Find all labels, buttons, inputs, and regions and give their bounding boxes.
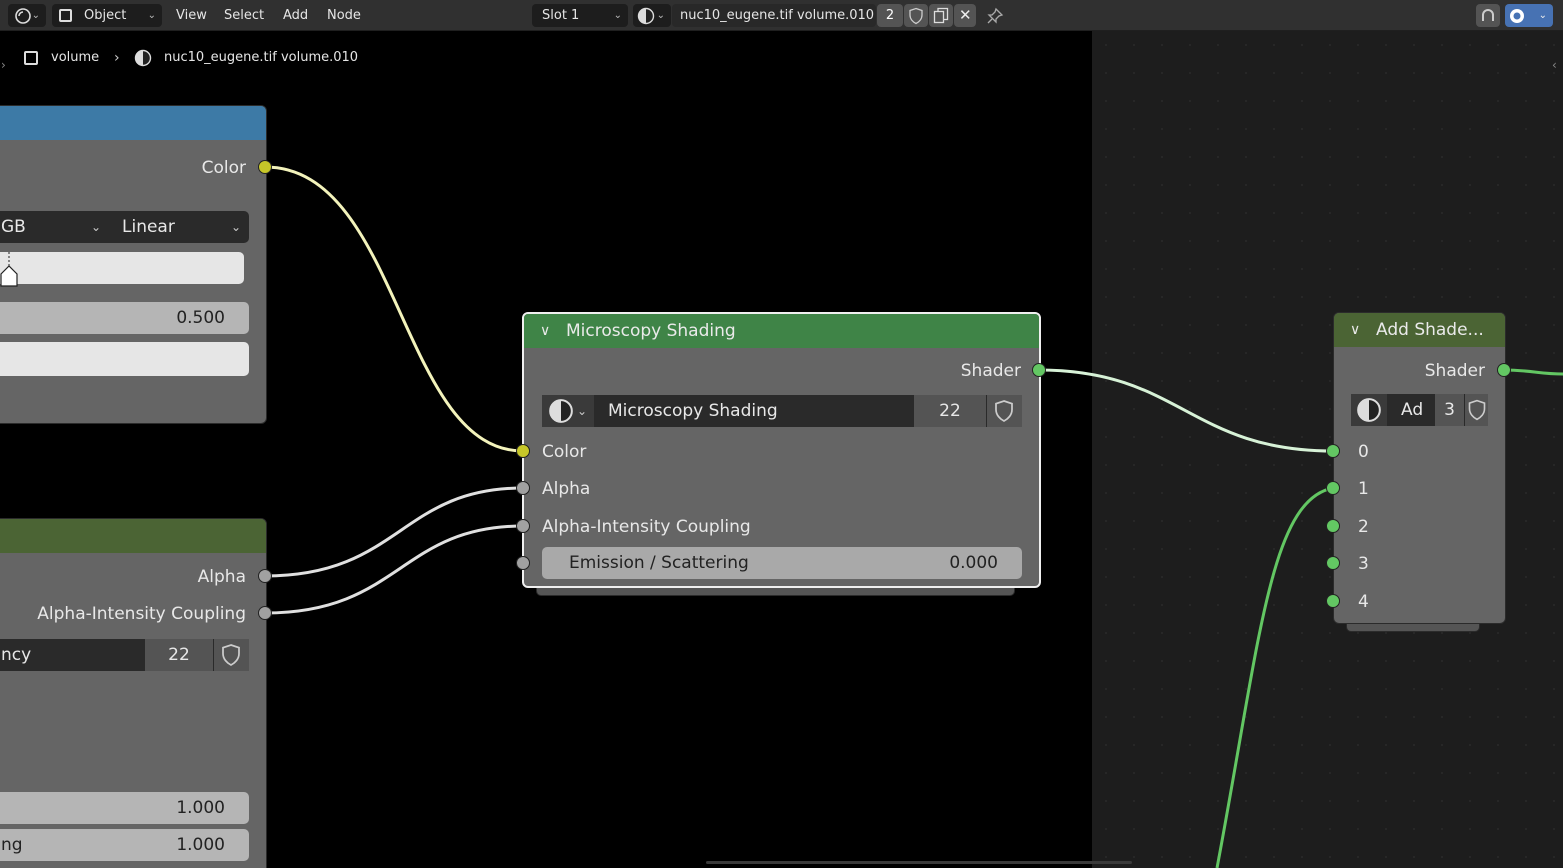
emission-label: Emission / Scattering bbox=[569, 553, 749, 573]
image-texture-node[interactable]: Color GB ⌄ Linear ⌄ 0.500 bbox=[0, 105, 267, 424]
collapse-chevron-icon[interactable]: ∨ bbox=[540, 314, 550, 348]
shield-icon bbox=[1468, 399, 1486, 421]
image-texture-node-header[interactable] bbox=[0, 106, 266, 140]
chevron-down-icon: ⌄ bbox=[577, 404, 588, 418]
group-datablock-selector[interactable]: ⌄ Microscopy Shading 22 bbox=[542, 395, 1022, 427]
input-color-socket[interactable] bbox=[516, 444, 530, 458]
add-shader-node-header[interactable]: ∨ Add Shade... bbox=[1334, 313, 1505, 347]
value2-slider[interactable]: ng 1.000 bbox=[0, 829, 249, 861]
chevron-down-icon: ⌄ bbox=[231, 220, 242, 234]
add-input-1-socket[interactable] bbox=[1326, 481, 1340, 495]
collapse-chevron-icon[interactable]: ∨ bbox=[1350, 313, 1360, 347]
value-number: 0.500 bbox=[176, 308, 225, 328]
chevron-down-icon: ⌄ bbox=[91, 220, 102, 234]
input-shader-0-label: 0 bbox=[1358, 442, 1369, 462]
fake-user-button[interactable] bbox=[987, 395, 1022, 427]
output-alpha-socket[interactable] bbox=[258, 569, 272, 583]
link-alpha bbox=[264, 486, 524, 578]
material-sphere-icon bbox=[1357, 398, 1381, 422]
datablock-name: ncy bbox=[1, 645, 32, 665]
fake-user-button[interactable] bbox=[214, 639, 249, 671]
output-shader-label: Shader bbox=[960, 361, 1021, 381]
output-coupling-label: Alpha-Intensity Coupling bbox=[37, 604, 246, 624]
datablock-user-count[interactable]: 3 bbox=[1435, 394, 1464, 426]
datablock-name: Ad bbox=[1401, 400, 1424, 420]
color-space-value: GB bbox=[1, 217, 26, 237]
ramp-stop-icon bbox=[0, 252, 18, 287]
value-slider[interactable]: 0.500 bbox=[0, 302, 249, 334]
color-ramp-field[interactable] bbox=[0, 252, 244, 287]
input-coupling-label: Alpha-Intensity Coupling bbox=[542, 517, 751, 537]
color-space-dropdown[interactable]: GB ⌄ Linear ⌄ bbox=[0, 211, 249, 243]
input-alpha-label: Alpha bbox=[542, 479, 591, 499]
link-coupling bbox=[264, 524, 524, 615]
value2-label: ng bbox=[1, 835, 23, 855]
add-input-3-socket[interactable] bbox=[1326, 556, 1340, 570]
link-shader-0 bbox=[1038, 368, 1334, 453]
input-alpha-socket[interactable] bbox=[516, 481, 530, 495]
fake-user-button[interactable] bbox=[1465, 394, 1488, 426]
link-color bbox=[264, 165, 524, 453]
group-datablock-selector[interactable]: Ad 3 bbox=[1351, 394, 1488, 426]
add-input-2-socket[interactable] bbox=[1326, 519, 1340, 533]
emission-value: 0.000 bbox=[949, 553, 998, 573]
add-shader-node-title: Add Shade... bbox=[1376, 320, 1484, 340]
value2-number: 1.000 bbox=[176, 835, 225, 855]
input-color-label: Color bbox=[542, 442, 587, 462]
add-input-4-socket[interactable] bbox=[1326, 594, 1340, 608]
input-coupling-socket[interactable] bbox=[516, 519, 530, 533]
emission-scattering-slider[interactable]: Emission / Scattering 0.000 bbox=[542, 547, 1022, 579]
input-shader-3-label: 3 bbox=[1358, 554, 1369, 574]
microscopy-node-header[interactable]: ∨ Microscopy Shading bbox=[524, 314, 1039, 348]
volume-properties-node-header[interactable] bbox=[0, 519, 266, 553]
datablock-name: Microscopy Shading bbox=[608, 401, 778, 421]
value1-number: 1.000 bbox=[176, 798, 225, 818]
material-sphere-icon bbox=[549, 399, 573, 423]
group-datablock-selector[interactable]: ncy 22 bbox=[0, 639, 249, 671]
input-shader-1-label: 1 bbox=[1358, 479, 1369, 499]
add-output-shader-socket[interactable] bbox=[1497, 363, 1511, 377]
output-color-label: Color bbox=[201, 158, 246, 178]
link-shader-1 bbox=[1215, 486, 1334, 868]
volume-properties-node[interactable]: Alpha Alpha-Intensity Coupling ncy 22 1.… bbox=[0, 518, 267, 868]
add-shader-node[interactable]: ∨ Add Shade... Shader Ad 3 0 1 2 3 4 bbox=[1333, 312, 1506, 624]
link-add-out bbox=[1503, 368, 1563, 376]
material-browse-button[interactable]: ⌄ bbox=[542, 395, 594, 427]
output-alpha-label: Alpha bbox=[197, 567, 246, 587]
output-color-socket[interactable] bbox=[258, 160, 272, 174]
horizontal-scrollbar[interactable] bbox=[706, 861, 1132, 864]
interpolation-value: Linear bbox=[122, 217, 175, 237]
value1-slider[interactable]: 1.000 bbox=[0, 792, 249, 824]
shield-icon bbox=[222, 644, 240, 666]
output-shader-label: Shader bbox=[1424, 361, 1485, 381]
input-shader-4-label: 4 bbox=[1358, 592, 1369, 612]
microscopy-node-title: Microscopy Shading bbox=[566, 321, 736, 341]
output-coupling-socket[interactable] bbox=[258, 606, 272, 620]
shield-icon bbox=[995, 400, 1013, 422]
datablock-user-count[interactable]: 22 bbox=[145, 639, 213, 671]
input-shader-2-label: 2 bbox=[1358, 517, 1369, 537]
output-shader-socket[interactable] bbox=[1032, 363, 1046, 377]
microscopy-shading-node[interactable]: ∨ Microscopy Shading Shader ⌄ Microscopy… bbox=[522, 312, 1041, 588]
material-browse-button[interactable] bbox=[1351, 394, 1387, 426]
input-emission-socket[interactable] bbox=[516, 556, 530, 570]
add-input-0-socket[interactable] bbox=[1326, 444, 1340, 458]
white-color-field[interactable] bbox=[0, 342, 249, 376]
datablock-user-count[interactable]: 22 bbox=[914, 395, 986, 427]
